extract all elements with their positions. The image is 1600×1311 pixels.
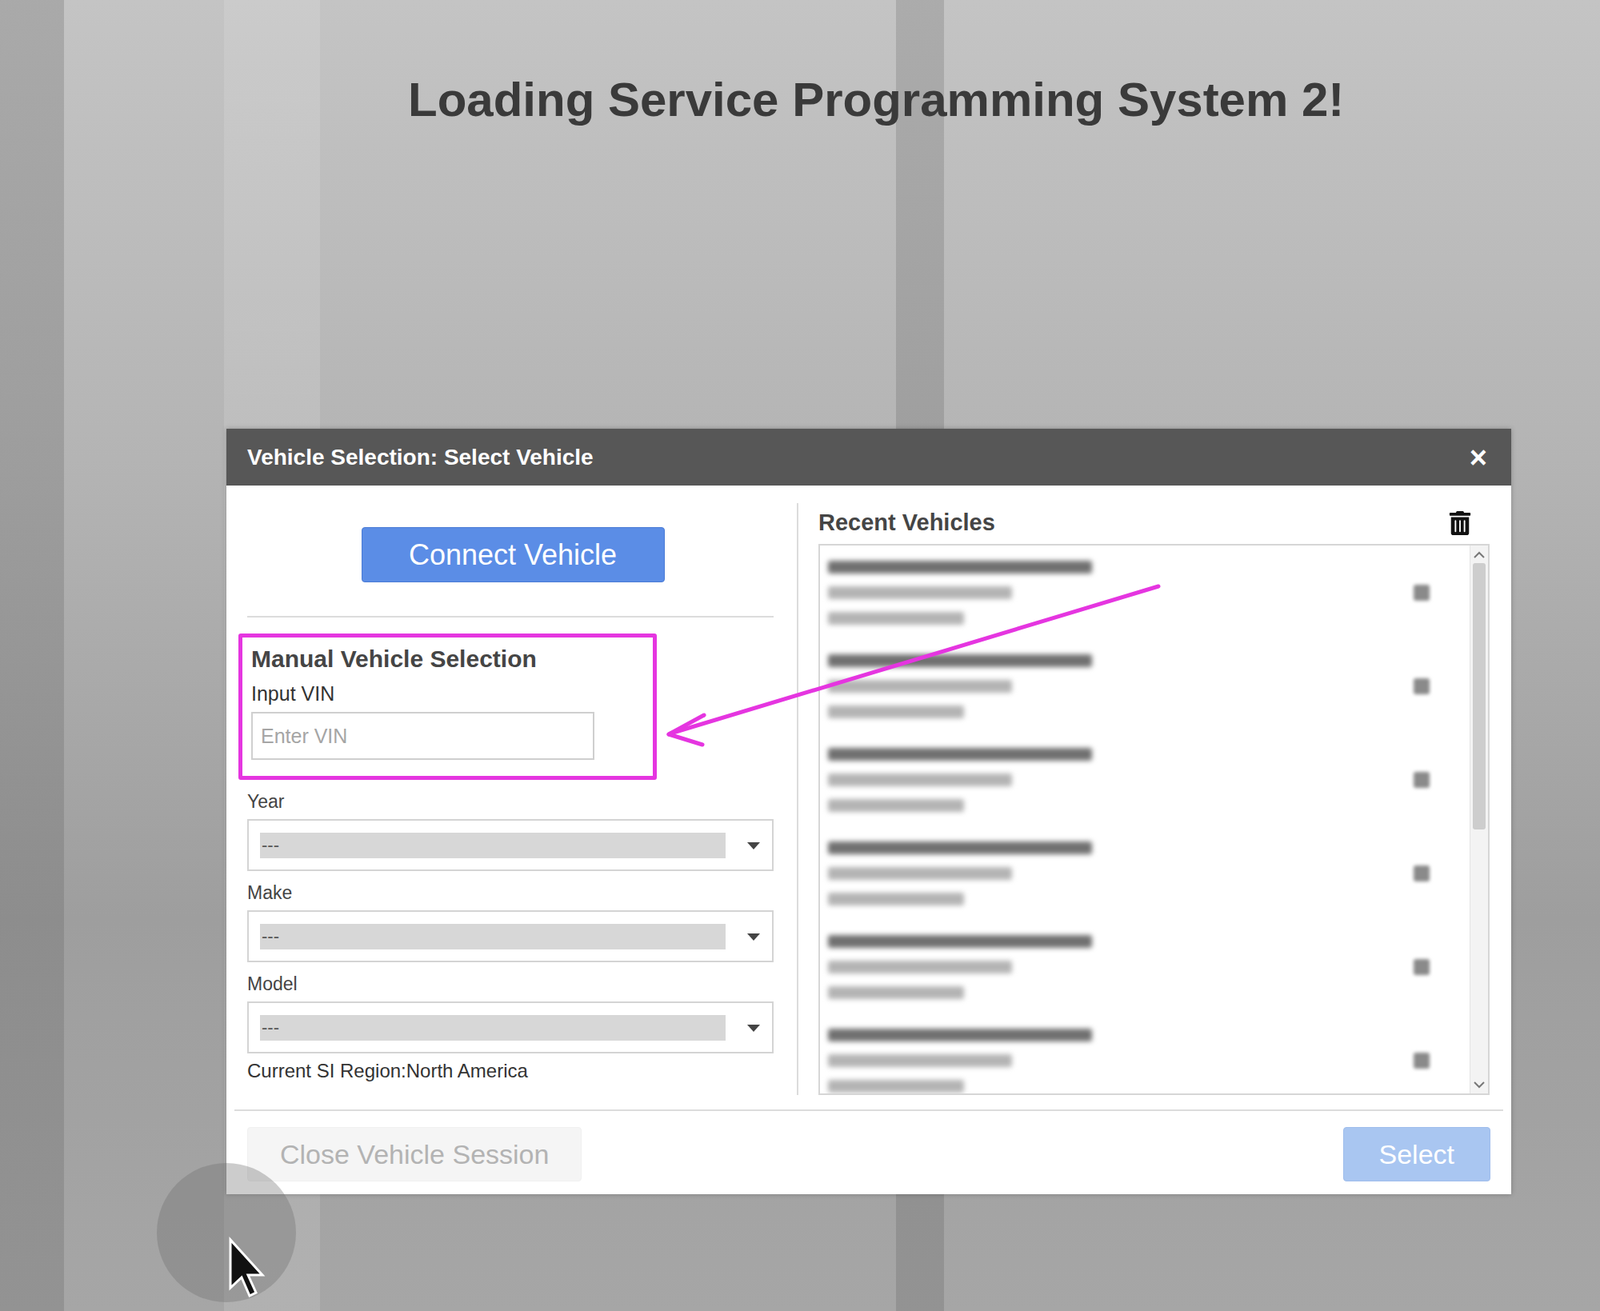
left-column: Connect Vehicle Manual Vehicle Selection I…	[247, 503, 774, 1096]
connect-vehicle-button[interactable]: Connect Vehicle	[361, 527, 665, 583]
select-group: Year ---	[247, 791, 774, 872]
recent-items	[820, 545, 1470, 1094]
redacted-details	[828, 841, 1414, 906]
redacted-line	[828, 892, 964, 906]
recent-vehicle-item[interactable]	[820, 1013, 1470, 1096]
chevron-down-icon	[746, 932, 761, 942]
select-group: Make ---	[247, 882, 774, 963]
select-button[interactable]: Select	[1343, 1127, 1492, 1182]
redacted-details	[828, 1028, 1414, 1093]
recent-vehicle-item[interactable]	[820, 639, 1470, 733]
recent-header: Recent Vehicles	[818, 503, 1490, 544]
redacted-line	[828, 1054, 1012, 1068]
redacted-line	[828, 705, 964, 719]
dropdown-value: ---	[260, 1015, 726, 1041]
trash-icon[interactable]	[1448, 511, 1472, 536]
redacted-line	[828, 748, 1092, 761]
delete-icon[interactable]	[1413, 584, 1430, 601]
redacted-line	[828, 654, 1092, 668]
column-divider	[796, 503, 799, 1096]
loading-title: Loading Service Programming System 2!	[0, 0, 1600, 127]
manual-heading: Manual Vehicle Selection	[251, 645, 644, 673]
scrollbar[interactable]	[1469, 545, 1488, 1094]
redacted-line	[828, 773, 1012, 787]
redacted-line	[828, 586, 1012, 600]
recent-vehicle-item[interactable]	[820, 545, 1470, 640]
recent-title: Recent Vehicles	[818, 509, 996, 536]
recent-list	[818, 544, 1490, 1096]
redacted-line	[828, 1028, 1092, 1042]
redacted-details	[828, 748, 1414, 812]
region-text: Current SI Region:North America	[247, 1060, 774, 1083]
dialog-body: Connect Vehicle Manual Vehicle Selection I…	[226, 485, 1512, 1096]
page: Loading Service Programming System 2! Veh…	[0, 0, 1600, 1311]
dialog-footer: Close Vehicle Session Select	[234, 1109, 1504, 1195]
annotation-arrow-icon	[668, 586, 1159, 745]
recent-vehicle-item[interactable]	[820, 826, 1470, 920]
redacted-line	[828, 960, 1012, 974]
scroll-up-icon[interactable]	[1473, 545, 1485, 564]
redacted-line	[828, 560, 1092, 574]
vin-input[interactable]	[251, 712, 595, 760]
redacted-line	[828, 841, 1092, 855]
dialog-title: Vehicle Selection: Select Vehicle	[247, 444, 594, 471]
dropdown[interactable]: ---	[247, 819, 774, 872]
annotation-overlay	[0, 0, 1600, 1311]
click-highlight-icon	[156, 1163, 296, 1303]
redacted-line	[828, 799, 964, 812]
select-label: Model	[247, 973, 774, 996]
dropdown[interactable]: ---	[247, 910, 774, 963]
delete-icon[interactable]	[1413, 865, 1430, 882]
dropdown-value: ---	[260, 924, 726, 950]
vin-label: Input VIN	[251, 682, 644, 706]
redacted-details	[828, 560, 1414, 625]
redacted-details	[828, 935, 1414, 1000]
close-session-button[interactable]: Close Vehicle Session	[247, 1127, 582, 1182]
scroll-thumb[interactable]	[1472, 563, 1486, 830]
chevron-down-icon	[746, 840, 761, 851]
select-label: Year	[247, 791, 774, 813]
redacted-line	[828, 612, 964, 625]
close-button[interactable]: ×	[1469, 442, 1488, 473]
redacted-details	[828, 654, 1414, 719]
chevron-down-icon	[746, 1023, 761, 1033]
right-column: Recent Vehicles	[818, 503, 1490, 1096]
select-label: Make	[247, 882, 774, 904]
dropdown[interactable]: ---	[247, 1001, 774, 1054]
delete-icon[interactable]	[1413, 959, 1430, 976]
select-group: Model ---	[247, 973, 774, 1054]
redacted-line	[828, 986, 964, 1000]
vehicle-selection-dialog: Vehicle Selection: Select Vehicle × Connec…	[226, 428, 1512, 1195]
scroll-down-icon[interactable]	[1473, 1076, 1485, 1094]
connect-section: Connect Vehicle	[247, 503, 774, 618]
delete-icon[interactable]	[1413, 772, 1430, 788]
manual-selection-section: Manual Vehicle Selection Input VIN	[238, 633, 657, 780]
redacted-line	[828, 1080, 964, 1093]
scroll-track	[1470, 563, 1488, 1076]
recent-vehicle-item[interactable]	[820, 732, 1470, 827]
delete-icon[interactable]	[1413, 1052, 1430, 1069]
recent-vehicle-item[interactable]	[820, 920, 1470, 1014]
redacted-line	[828, 867, 1012, 880]
dropdown-value: ---	[260, 832, 726, 859]
mouse-cursor-icon	[230, 1240, 263, 1296]
delete-icon[interactable]	[1413, 678, 1430, 695]
dialog-header: Vehicle Selection: Select Vehicle ×	[226, 428, 1512, 486]
redacted-line	[828, 935, 1092, 948]
redacted-line	[828, 680, 1012, 693]
